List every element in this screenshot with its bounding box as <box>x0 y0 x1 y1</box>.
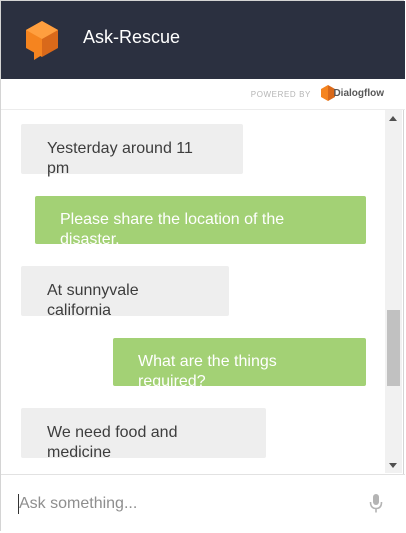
agent-message: Yesterday around 11 pm <box>21 124 243 177</box>
chat-widget: Ask-Rescue POWERED BY Dialogflow Yesterd… <box>0 0 405 532</box>
user-message: Please share the location of the disaste… <box>35 196 366 248</box>
chat-header: Ask-Rescue <box>1 1 405 79</box>
dialogflow-brand: Dialogflow <box>333 88 384 99</box>
message-scrollbar[interactable] <box>385 110 402 473</box>
powered-by-bar: POWERED BY Dialogflow <box>1 79 405 110</box>
scroll-up-arrow-icon[interactable] <box>389 116 397 121</box>
user-message: What are the things required? <box>113 338 366 390</box>
scroll-down-arrow-icon[interactable] <box>389 463 397 468</box>
message-list[interactable]: Yesterday around 11 pm Please share the … <box>1 110 387 473</box>
chat-title: Ask-Rescue <box>83 27 181 47</box>
agent-message: At sunnyvale california <box>21 266 229 319</box>
ask-input[interactable] <box>19 493 349 515</box>
agent-message: We need food and medicine <box>21 408 266 461</box>
microphone-icon[interactable] <box>369 493 383 515</box>
orange-cube-agent-icon <box>26 21 58 60</box>
query-input-bar <box>1 474 405 532</box>
scroll-thumb[interactable] <box>387 310 400 386</box>
powered-by-label: POWERED BY <box>250 90 311 99</box>
